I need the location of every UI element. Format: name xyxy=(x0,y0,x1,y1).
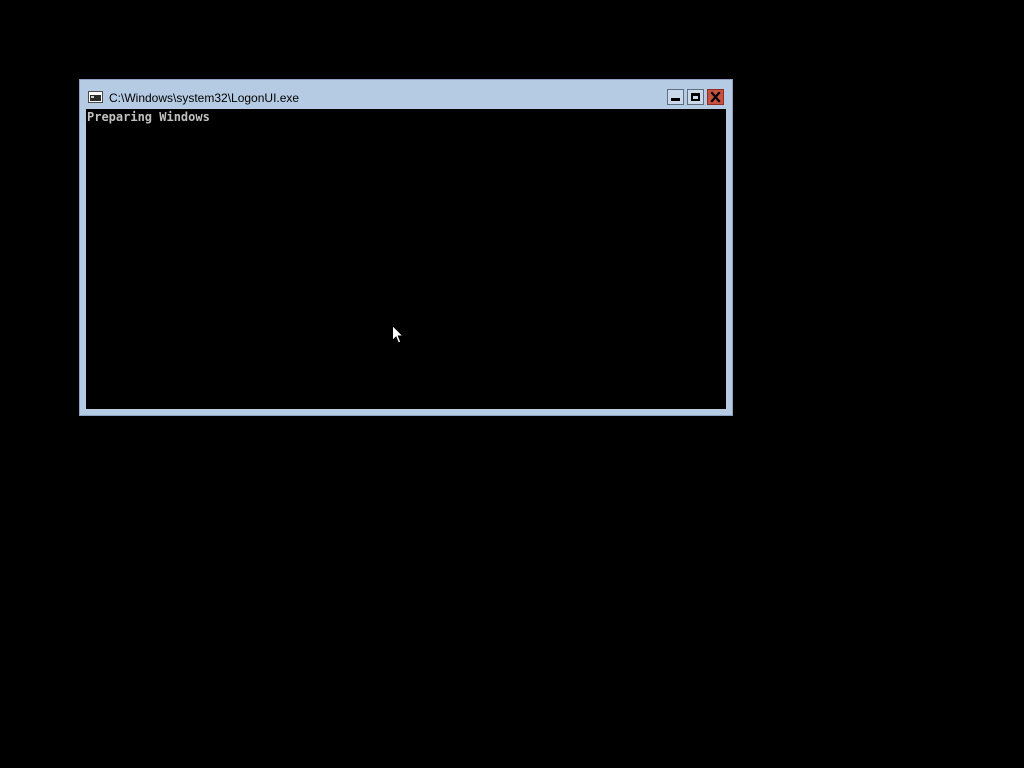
close-icon xyxy=(710,91,721,103)
console-window[interactable]: C:\Windows\system32\LogonUI.exe Preparin… xyxy=(79,79,733,416)
desktop: C:\Windows\system32\LogonUI.exe Preparin… xyxy=(0,0,1024,768)
maximize-button[interactable] xyxy=(687,89,704,105)
console-line-status: Preparing Windows xyxy=(87,110,210,124)
arrow-cursor-icon xyxy=(392,325,404,344)
minimize-button[interactable] xyxy=(667,89,684,105)
window-title: C:\Windows\system32\LogonUI.exe xyxy=(109,91,300,105)
minimize-icon xyxy=(671,98,680,101)
title-bar[interactable]: C:\Windows\system32\LogonUI.exe xyxy=(80,80,732,109)
console-app-icon[interactable] xyxy=(88,91,103,103)
console-app-icon-caret xyxy=(91,96,94,98)
console-output[interactable]: Preparing Windows xyxy=(86,109,726,409)
maximize-icon xyxy=(691,93,700,101)
close-button[interactable] xyxy=(707,89,724,105)
